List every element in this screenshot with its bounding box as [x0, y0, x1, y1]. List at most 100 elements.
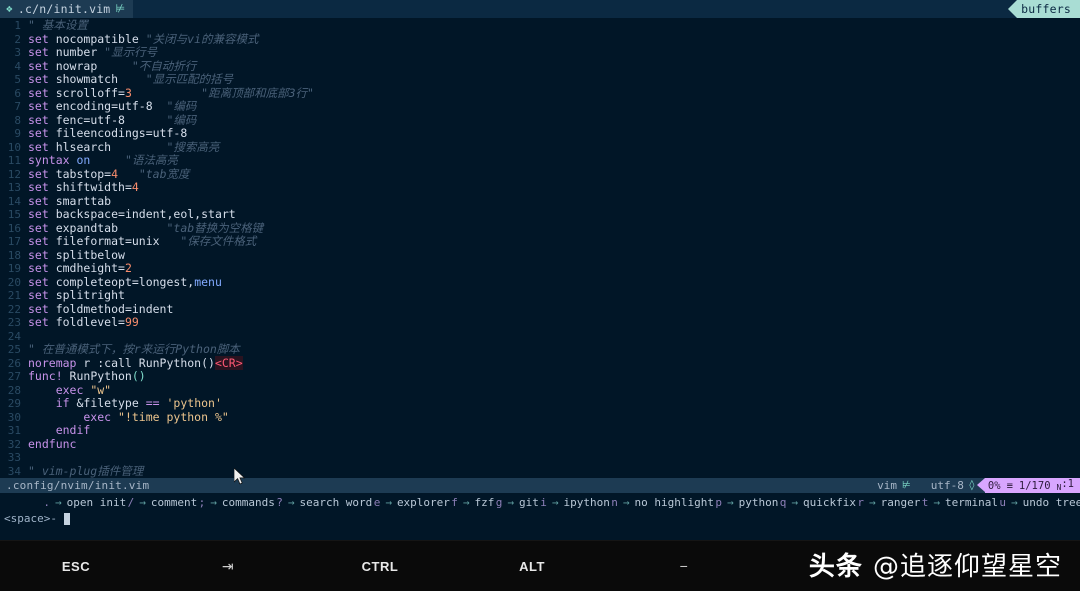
code-token: set — [28, 45, 56, 59]
code-token: () — [131, 369, 146, 383]
line-number: 12 — [7, 167, 21, 181]
which-key-item[interactable]: . → open init — [42, 495, 126, 509]
line-text — [28, 330, 1080, 344]
code-token: 3 — [124, 85, 132, 100]
arrow-icon: → — [869, 495, 876, 509]
code-line: 18 set splitbelow — [0, 247, 1080, 263]
code-line: 31 endif — [0, 423, 1080, 438]
which-key-item[interactable]: u → undo tree — [998, 495, 1080, 509]
which-key-label: terminal — [945, 495, 998, 509]
line-text: " vim-plug插件管理 — [28, 463, 1080, 479]
which-key-item[interactable]: t → terminal — [920, 495, 998, 509]
screen: ❖ .c/n/init.vim ⊭ buffers 1 " 基本设置 2 set no… — [0, 0, 1080, 591]
arrow-icon: → — [385, 495, 392, 509]
which-key-keycap: ; — [198, 495, 206, 509]
which-key-item[interactable]: e → explorer — [372, 495, 450, 509]
command-line[interactable]: <space>- — [0, 509, 1080, 525]
line-text: set cmdheight=2 — [28, 261, 1080, 276]
code-token: set — [28, 234, 56, 248]
code-line: 25 " 在普通模式下，按r来运行Python脚本 — [0, 342, 1080, 357]
line-number: 20 — [7, 275, 21, 289]
which-key-item[interactable]: f → fzf — [450, 495, 495, 509]
buffers-tag[interactable]: buffers — [1008, 0, 1080, 18]
tabline: ❖ .c/n/init.vim ⊭ buffers — [0, 0, 1080, 18]
code-token: backspace=indent,eol,start — [55, 207, 236, 221]
ctrl-key[interactable]: CTRL — [304, 559, 456, 574]
arrow-icon: → — [551, 495, 559, 509]
code-token: set — [28, 112, 56, 127]
code-line: 29 if &filetype == 'python' — [0, 396, 1080, 411]
vim-logo-icon: ⊭ — [115, 2, 126, 15]
tab-init-vim[interactable]: ❖ .c/n/init.vim ⊭ — [0, 0, 134, 18]
code-line: 28 exec "w" — [0, 383, 1080, 398]
code-line: 26 noremap r :call RunPython()<CR> — [0, 355, 1080, 371]
code-token: foldmethod=indent — [55, 301, 174, 316]
code-token: fenc=utf-8 — [55, 112, 167, 127]
code-token: "关闭与vi的兼容模式 — [145, 31, 259, 46]
line-text: set foldlevel=99 — [28, 315, 1080, 330]
code-line: 20 set completeopt=longest,menu — [0, 274, 1080, 290]
vim-icon: ❖ — [6, 2, 13, 15]
which-key-keycap: g — [495, 495, 503, 509]
line-number: 17 — [7, 235, 21, 248]
line-number: 27 — [7, 370, 21, 383]
tab-label: .c/n/init.vim — [17, 2, 111, 16]
line-number: 32 — [7, 437, 21, 451]
cursor-block — [63, 512, 70, 525]
code-token: set — [28, 220, 56, 235]
code-token: "tab替换为空格键 — [166, 220, 264, 235]
code-line: 16 set expandtab "tab替换为空格键 — [0, 220, 1080, 236]
arrow-icon: → — [210, 495, 217, 509]
which-key-label: git — [519, 495, 539, 509]
lines-icon: ≡ — [1006, 479, 1013, 492]
code-token: hlsearch — [55, 139, 167, 154]
which-key-item[interactable]: n → no highlight — [610, 495, 714, 509]
line-number: 30 — [7, 410, 21, 424]
which-key-item[interactable]: ? → search word — [275, 495, 372, 509]
which-key-item[interactable]: p → python — [714, 495, 778, 509]
code-token: set — [28, 301, 56, 316]
watermark-brand: 头条 — [808, 552, 873, 582]
line-text: set hlsearch "搜索高亮 — [28, 139, 1080, 155]
which-key-item[interactable]: ; → commands — [197, 495, 275, 509]
alt-key[interactable]: ALT — [456, 559, 608, 574]
which-key-item[interactable]: q → quickfix — [778, 495, 856, 509]
arrow-icon: → — [139, 495, 146, 509]
code-token: fileformat=unix — [55, 234, 181, 248]
code-token: showmatch — [55, 72, 146, 86]
which-key-label: comment — [150, 495, 198, 509]
code-token: 4 — [131, 180, 139, 194]
line-number: 3 — [14, 46, 21, 59]
which-key-item[interactable]: / → comment — [126, 495, 198, 509]
code-buffer[interactable]: 1 " 基本设置 2 set nocompatible "关闭与vi的兼容模式 3 set… — [0, 18, 1080, 478]
statusline-encoding: utf-8 ◊ — [921, 479, 985, 492]
which-key-item[interactable]: g → git — [494, 495, 539, 509]
code-line: 14 set smarttab — [0, 194, 1080, 209]
line-text: set number "显示行号 — [28, 45, 1080, 60]
code-token: menu — [194, 274, 222, 289]
encoding-label: utf-8 — [930, 479, 964, 492]
code-token: set — [28, 315, 56, 329]
which-key-popup: . → open init / → comment; → commands? → search w… — [0, 493, 1080, 539]
esc-key[interactable]: ESC — [0, 559, 152, 574]
line-text: " 基本设置 — [28, 18, 1080, 33]
code-line: 6 set scrolloff=3 "距离顶部和底部3行" — [0, 85, 1080, 101]
scroll-percent: 0% — [987, 479, 1001, 492]
line-text: set scrolloff=3 "距离顶部和底部3行" — [28, 85, 1080, 101]
code-token: set — [28, 247, 56, 262]
which-key-item[interactable]: r → ranger — [856, 495, 920, 509]
which-key-item[interactable]: i → ipython — [539, 495, 610, 509]
code-line: 11 syntax on "语法高亮 — [0, 153, 1080, 168]
code-token: "不自动折行 — [131, 58, 197, 73]
toolbar-key-row: ESC ⇥ CTRL ALT − — [0, 541, 760, 591]
code-token: " vim-plug插件管理 — [28, 463, 144, 478]
which-key-label: fzf — [474, 495, 495, 509]
line-number: 6 — [14, 86, 21, 100]
which-key-label: python — [738, 495, 779, 509]
tab-key[interactable]: ⇥ — [152, 558, 304, 575]
code-token: noremap — [28, 355, 84, 370]
minus-key[interactable]: − — [608, 558, 760, 574]
code-token: == — [145, 396, 167, 410]
code-token: 4 — [111, 166, 119, 181]
